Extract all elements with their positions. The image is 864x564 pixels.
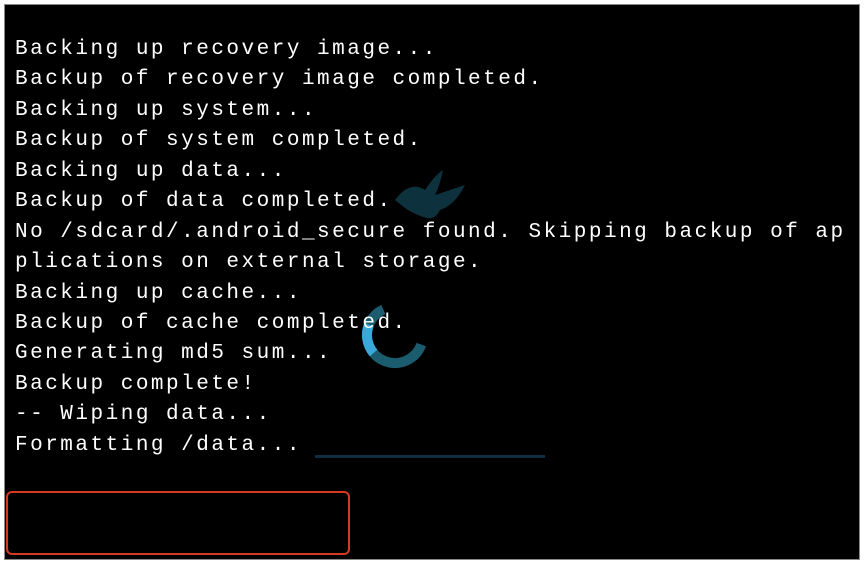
terminal-output: Backing up recovery image... Backup of r…	[15, 35, 849, 461]
output-line: Formatting /data...	[15, 431, 849, 461]
output-line: Backup of data completed.	[15, 187, 849, 217]
highlight-annotation	[6, 491, 350, 555]
output-line: Backing up recovery image...	[15, 35, 849, 65]
output-line: plications on external storage.	[15, 248, 849, 278]
output-line: Backup of cache completed.	[15, 309, 849, 339]
output-line: Backup of recovery image completed.	[15, 65, 849, 95]
output-line: Backup of system completed.	[15, 126, 849, 156]
output-line: Backing up data...	[15, 157, 849, 187]
output-line: Generating md5 sum...	[15, 339, 849, 369]
output-line: Backup complete!	[15, 370, 849, 400]
output-line: -- Wiping data...	[15, 400, 849, 430]
terminal-window: Backing up recovery image... Backup of r…	[4, 4, 860, 560]
output-line: Backing up system...	[15, 96, 849, 126]
output-line: Backing up cache...	[15, 279, 849, 309]
output-line: No /sdcard/.android_secure found. Skippi…	[15, 218, 849, 248]
